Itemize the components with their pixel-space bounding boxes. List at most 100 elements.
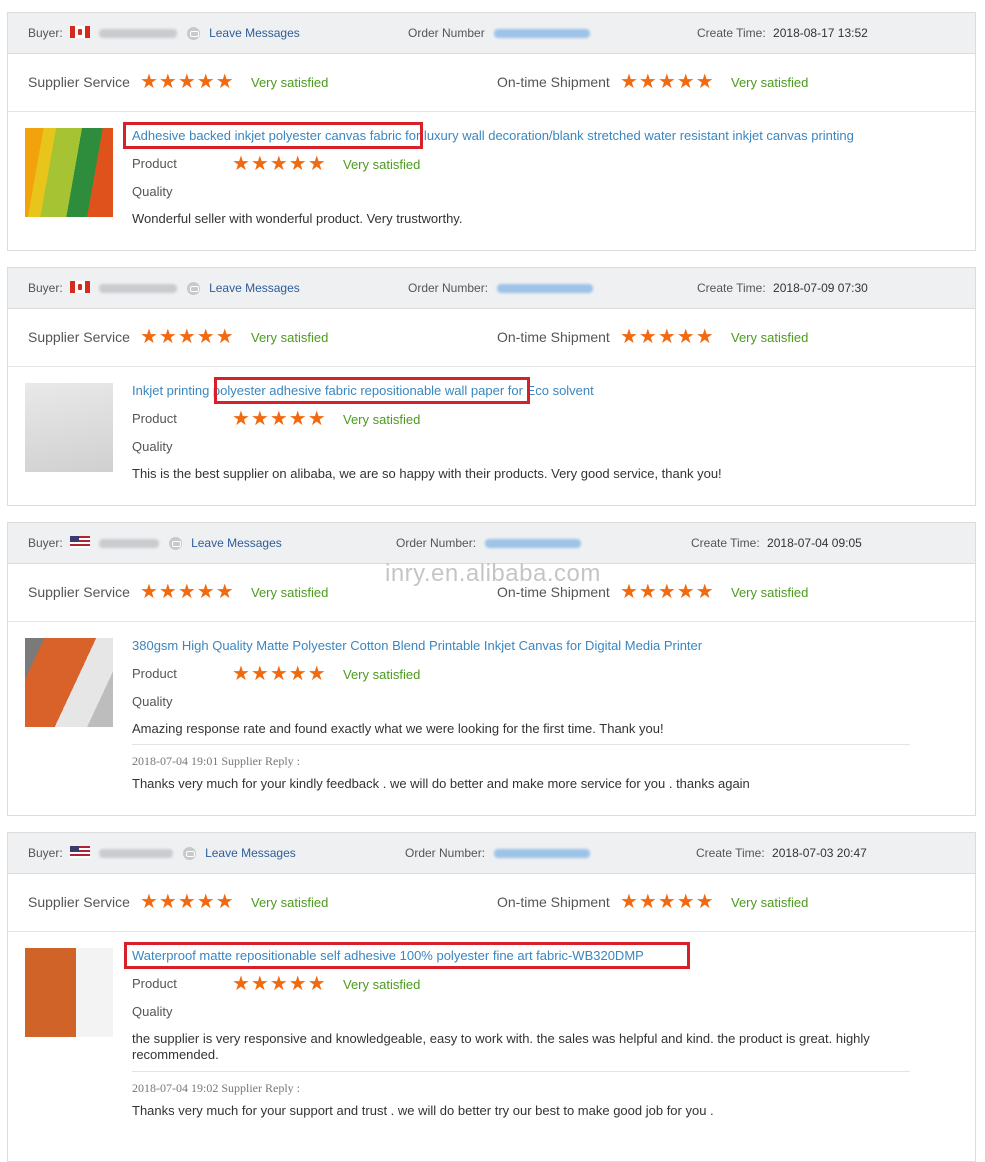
product-stars: ★★★★★ <box>232 973 327 995</box>
product-stars: ★★★★★ <box>232 408 327 430</box>
buyer-label: Buyer: <box>28 281 63 295</box>
review-comment: Wonderful seller with wonderful product.… <box>132 211 463 226</box>
buyer-info: Buyer: Leave Messages <box>28 281 300 296</box>
supplier-reply: Thanks very much for your support and tr… <box>132 1103 714 1118</box>
reply-divider <box>132 1071 910 1072</box>
create-time: Create Time: 2018-07-09 07:30 <box>697 281 868 295</box>
supplier-service-rating: Very satisfied <box>251 585 329 600</box>
product-stars: ★★★★★ <box>232 663 327 685</box>
product-thumbnail[interactable] <box>25 383 113 472</box>
message-icon[interactable] <box>168 537 182 551</box>
order-number-blurred[interactable] <box>497 284 594 294</box>
message-icon[interactable] <box>186 282 200 296</box>
product-stars: ★★★★★ <box>232 153 327 175</box>
reply-divider <box>132 744 910 745</box>
order-number-label: Order Number: <box>405 846 486 860</box>
supplier-service-label: Supplier Service <box>28 329 130 345</box>
product-rating: Very satisfied <box>343 157 421 172</box>
leave-messages-link[interactable]: Leave Messages <box>191 536 282 550</box>
ontime-shipment-rating: Very satisfied <box>731 75 809 90</box>
usa-flag-icon <box>70 536 91 548</box>
review-header: Buyer: Leave Messages Order Number: Crea… <box>8 268 975 309</box>
product-thumbnail[interactable] <box>25 638 113 727</box>
review-comment: the supplier is very responsive and know… <box>132 1031 870 1062</box>
review-header: Buyer: Leave Messages Order Number: Crea… <box>8 833 975 874</box>
order-number: Order Number: <box>396 536 582 550</box>
leave-messages-link[interactable]: Leave Messages <box>209 26 300 40</box>
leave-messages-link[interactable]: Leave Messages <box>209 281 300 295</box>
buyer-label: Buyer: <box>28 846 63 860</box>
product-label: Product <box>132 666 177 681</box>
buyer-name-blurred <box>99 284 178 294</box>
review-header: Buyer: Leave Messages Order Number Creat… <box>8 13 975 54</box>
ontime-shipment-rating: Very satisfied <box>731 330 809 345</box>
buyer-label: Buyer: <box>28 26 63 40</box>
create-time-value: 2018-07-09 07:30 <box>773 281 868 295</box>
product-rating: Very satisfied <box>343 977 421 992</box>
review-card: Buyer: Leave Messages Order Number: Crea… <box>7 267 976 506</box>
ontime-shipment-stars: ★★★★★ <box>620 891 715 913</box>
highlight-box <box>123 122 423 149</box>
supplier-service-stars: ★★★★★ <box>140 891 235 913</box>
supplier-reply-meta: 2018-07-04 19:01 Supplier Reply : <box>132 754 300 768</box>
supplier-service-label: Supplier Service <box>28 584 130 600</box>
service-ratings: Supplier Service ★★★★★ Very satisfied On… <box>8 309 975 367</box>
service-ratings: Supplier Service ★★★★★ Very satisfied On… <box>8 54 975 112</box>
product-thumbnail[interactable] <box>25 948 113 1037</box>
review-comment: Amazing response rate and found exactly … <box>132 721 664 736</box>
order-number: Order Number: <box>405 846 591 860</box>
supplier-reply-meta: 2018-07-04 19:02 Supplier Reply : <box>132 1081 300 1095</box>
product-title-link[interactable]: 380gsm High Quality Matte Polyester Cott… <box>132 638 702 653</box>
create-time-label: Create Time: <box>697 26 766 40</box>
create-time-value: 2018-07-03 20:47 <box>772 846 867 860</box>
product-label: Product <box>132 976 177 991</box>
create-time: Create Time: 2018-07-04 09:05 <box>691 536 862 550</box>
quality-label: Quality <box>132 1004 173 1019</box>
product-label: Product <box>132 411 177 426</box>
order-number-blurred[interactable] <box>485 539 582 549</box>
ontime-shipment-rating: Very satisfied <box>731 585 809 600</box>
supplier-service-stars: ★★★★★ <box>140 326 235 348</box>
create-time: Create Time: 2018-08-17 13:52 <box>697 26 868 40</box>
order-number: Order Number <box>408 26 591 40</box>
ontime-shipment-label: On-time Shipment <box>497 329 610 345</box>
supplier-service-rating: Very satisfied <box>251 330 329 345</box>
ontime-shipment-stars: ★★★★★ <box>620 71 715 93</box>
create-time-value: 2018-07-04 09:05 <box>767 536 862 550</box>
supplier-service-stars: ★★★★★ <box>140 71 235 93</box>
order-number-blurred[interactable] <box>494 29 591 39</box>
product-thumbnail[interactable] <box>25 128 113 217</box>
quality-label: Quality <box>132 439 173 454</box>
review-card: Buyer: Leave Messages Order Number: Crea… <box>7 832 976 1162</box>
watermark: inry.en.alibaba.com <box>385 560 601 587</box>
highlight-box <box>124 942 690 969</box>
create-time-value: 2018-08-17 13:52 <box>773 26 868 40</box>
order-number-blurred[interactable] <box>494 849 591 859</box>
supplier-service-stars: ★★★★★ <box>140 581 235 603</box>
supplier-service-rating: Very satisfied <box>251 895 329 910</box>
supplier-service-rating: Very satisfied <box>251 75 329 90</box>
product-rating: Very satisfied <box>343 412 421 427</box>
message-icon[interactable] <box>186 27 200 41</box>
supplier-reply: Thanks very much for your kindly feedbac… <box>132 776 750 791</box>
review-header: Buyer: Leave Messages Order Number: Crea… <box>8 523 975 564</box>
review-comment: This is the best supplier on alibaba, we… <box>132 466 722 481</box>
buyer-info: Buyer: Leave Messages <box>28 846 296 861</box>
create-time-label: Create Time: <box>697 281 766 295</box>
message-icon[interactable] <box>182 847 196 861</box>
leave-messages-link[interactable]: Leave Messages <box>205 846 296 860</box>
product-rating: Very satisfied <box>343 667 421 682</box>
ontime-shipment-rating: Very satisfied <box>731 895 809 910</box>
service-ratings: Supplier Service ★★★★★ Very satisfied On… <box>8 874 975 932</box>
ontime-shipment-label: On-time Shipment <box>497 894 610 910</box>
canada-flag-icon <box>70 26 91 38</box>
supplier-service-label: Supplier Service <box>28 894 130 910</box>
buyer-name-blurred <box>99 29 178 39</box>
buyer-name-blurred <box>99 849 174 859</box>
buyer-name-blurred <box>99 539 160 549</box>
highlight-box <box>214 377 530 404</box>
order-number-label: Order Number: <box>396 536 477 550</box>
ontime-shipment-stars: ★★★★★ <box>620 581 715 603</box>
quality-label: Quality <box>132 184 173 199</box>
create-time-label: Create Time: <box>691 536 760 550</box>
